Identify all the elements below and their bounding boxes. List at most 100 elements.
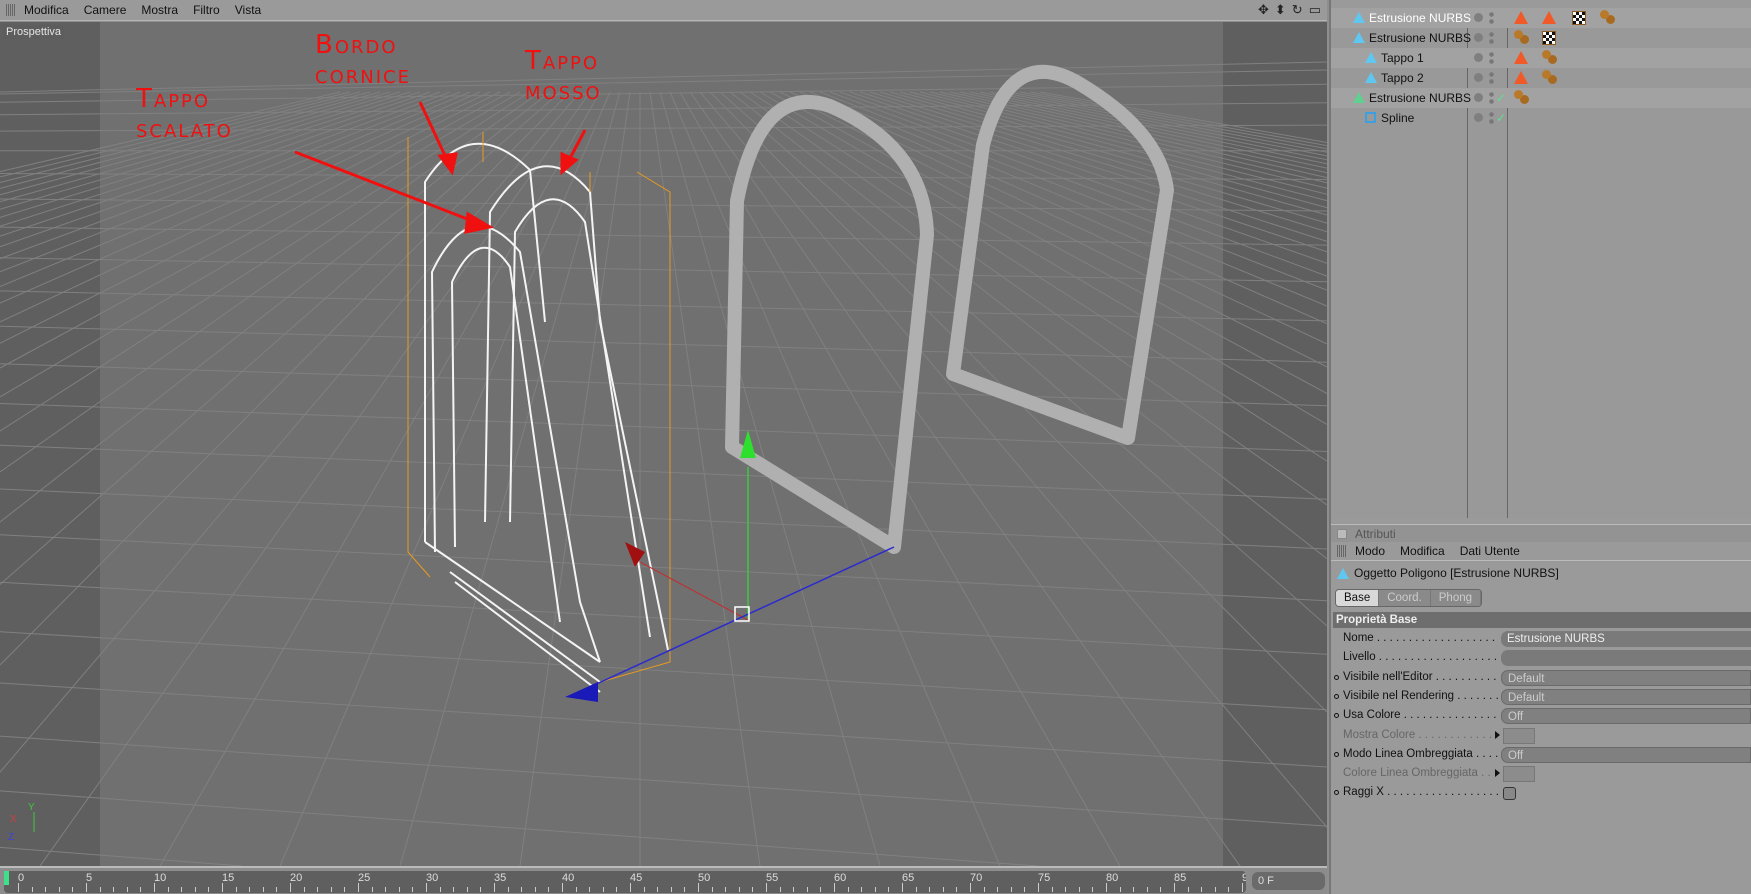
object-name[interactable]: Estrusione NURBS xyxy=(1369,31,1471,45)
menu-camere[interactable]: Camere xyxy=(84,3,127,17)
animate-bullet-icon[interactable] xyxy=(1334,790,1339,796)
visibility-dots-icon[interactable] xyxy=(1489,31,1494,45)
property-row: NomeEstrusione NURBS xyxy=(1331,630,1751,649)
color-swatch[interactable] xyxy=(1503,727,1535,744)
phong-tag-icon[interactable] xyxy=(1514,71,1528,84)
tick-mark xyxy=(412,887,414,892)
grip-icon[interactable] xyxy=(6,4,16,16)
menu-modo[interactable]: Modo xyxy=(1355,544,1385,558)
object-title: Oggetto Poligono [Estrusione NURBS] xyxy=(1337,566,1559,580)
property-checkbox[interactable] xyxy=(1503,787,1516,801)
move-icon[interactable]: ✥ xyxy=(1258,2,1269,18)
texture-tag-icon[interactable] xyxy=(1542,31,1556,45)
tick-mark xyxy=(983,887,985,892)
object-name[interactable]: Tappo 1 xyxy=(1381,51,1424,65)
viewport-camera-label[interactable]: Prospettiva xyxy=(3,25,65,39)
grid-line xyxy=(0,444,1327,500)
expand-arrow-icon[interactable] xyxy=(1495,769,1500,778)
property-label: Mostra Colore xyxy=(1343,729,1498,741)
expand-arrow-icon[interactable] xyxy=(1495,730,1500,739)
zoom-icon[interactable]: ⬍ xyxy=(1275,2,1286,18)
phong-tag-icon[interactable] xyxy=(1542,11,1556,24)
object-name[interactable]: Tappo 2 xyxy=(1381,71,1424,85)
texture-tag-icon[interactable] xyxy=(1572,11,1586,25)
tick-mark xyxy=(657,887,659,892)
layer-dot-icon[interactable] xyxy=(1474,113,1483,122)
layer-dot-icon[interactable] xyxy=(1474,33,1483,42)
enabled-check-icon[interactable]: ✓ xyxy=(1496,91,1506,105)
tick-mark xyxy=(167,887,169,892)
menu-modifica-attr[interactable]: Modifica xyxy=(1400,544,1445,558)
tick-mark xyxy=(1242,883,1243,892)
tick-mark xyxy=(249,887,251,892)
maximize-icon[interactable]: ▭ xyxy=(1309,2,1321,18)
visibility-dots-icon[interactable] xyxy=(1489,11,1494,25)
arch-wireframe xyxy=(424,142,669,693)
menu-dati-utente[interactable]: Dati Utente xyxy=(1460,544,1520,558)
current-frame-field[interactable]: 0 F xyxy=(1252,872,1325,890)
grip-icon[interactable] xyxy=(1337,545,1347,557)
object-name[interactable]: Spline xyxy=(1381,111,1414,125)
layer-dot-icon[interactable] xyxy=(1474,93,1483,102)
tab-phong[interactable]: Phong xyxy=(1430,590,1482,606)
menu-modifica[interactable]: Modifica xyxy=(24,3,69,17)
object-row[interactable]: Tappo 2 xyxy=(1331,68,1751,88)
layer-dot-icon[interactable] xyxy=(1474,53,1483,62)
tab-base[interactable]: Base xyxy=(1336,590,1380,606)
enabled-check-icon[interactable]: ✓ xyxy=(1496,111,1506,125)
tick-mark xyxy=(1038,883,1039,892)
tick-mark xyxy=(494,883,495,892)
object-name[interactable]: Estrusione NURBS xyxy=(1369,91,1471,105)
rotate-icon[interactable]: ↻ xyxy=(1292,2,1303,18)
menu-filtro[interactable]: Filtro xyxy=(193,3,220,17)
visibility-dots-icon[interactable] xyxy=(1489,71,1494,85)
tick-mark xyxy=(398,887,400,892)
property-input[interactable]: Estrusione NURBS xyxy=(1501,631,1751,647)
tick-label: 10 xyxy=(154,872,167,884)
property-dropdown[interactable]: Off xyxy=(1501,708,1751,725)
property-dropdown[interactable]: Default xyxy=(1501,688,1751,705)
tab-coord[interactable]: Coord. xyxy=(1379,590,1431,606)
material-tag-icon[interactable] xyxy=(1542,70,1551,79)
material-tag-icon[interactable] xyxy=(1514,30,1523,39)
grid-line xyxy=(659,91,881,866)
material-tag-icon[interactable] xyxy=(1542,50,1551,59)
tick-label: 55 xyxy=(766,872,779,884)
animate-bullet-icon[interactable] xyxy=(1334,693,1339,699)
panel-checkbox-icon[interactable] xyxy=(1337,528,1347,539)
animate-bullet-icon[interactable] xyxy=(1334,713,1339,719)
phong-tag-icon[interactable] xyxy=(1514,51,1528,64)
property-dropdown[interactable]: Off xyxy=(1501,746,1751,763)
animate-bullet-icon[interactable] xyxy=(1334,674,1339,680)
object-row[interactable]: Estrusione NURBS xyxy=(1331,28,1751,48)
visibility-dots-icon[interactable] xyxy=(1489,111,1494,125)
tick-label: 20 xyxy=(290,872,303,884)
phong-tag-icon[interactable] xyxy=(1514,11,1528,24)
property-input[interactable] xyxy=(1501,650,1751,667)
visibility-dots-icon[interactable] xyxy=(1489,91,1494,105)
object-row[interactable]: Estrusione NURBS xyxy=(1331,8,1751,28)
property-dropdown[interactable]: Default xyxy=(1501,669,1751,686)
object-name[interactable]: Estrusione NURBS xyxy=(1369,11,1471,25)
material-tag-icon[interactable] xyxy=(1514,90,1523,99)
visibility-dots-icon[interactable] xyxy=(1489,51,1494,65)
object-row[interactable]: Tappo 1 xyxy=(1331,48,1751,68)
layer-dot-icon[interactable] xyxy=(1474,73,1483,82)
animate-bullet-icon[interactable] xyxy=(1334,751,1339,757)
grid-line xyxy=(279,91,611,866)
menu-mostra[interactable]: Mostra xyxy=(141,3,178,17)
object-row[interactable]: Estrusione NURBS ✓ xyxy=(1331,88,1751,108)
color-swatch[interactable] xyxy=(1503,766,1535,783)
polygon-object-icon xyxy=(1353,12,1365,23)
timeline-ruler[interactable]: 051015202530354045505560657075808590 xyxy=(4,871,1246,893)
menu-vista[interactable]: Vista xyxy=(235,3,261,17)
timeline[interactable]: 051015202530354045505560657075808590 0 F xyxy=(0,866,1327,894)
attributes-menu: Modo Modifica Dati Utente xyxy=(1331,542,1751,561)
material-tag-icon[interactable] xyxy=(1600,10,1609,19)
object-row[interactable]: Spline ✓ xyxy=(1331,108,1751,128)
viewport-scene: Y X Z xyxy=(0,22,1327,866)
playhead[interactable] xyxy=(4,871,9,885)
tick-mark xyxy=(630,883,631,892)
layer-dot-icon[interactable] xyxy=(1474,13,1483,22)
3d-viewport[interactable]: Y X Z Prospettiva Tappo scalato Bordo co… xyxy=(0,22,1327,866)
